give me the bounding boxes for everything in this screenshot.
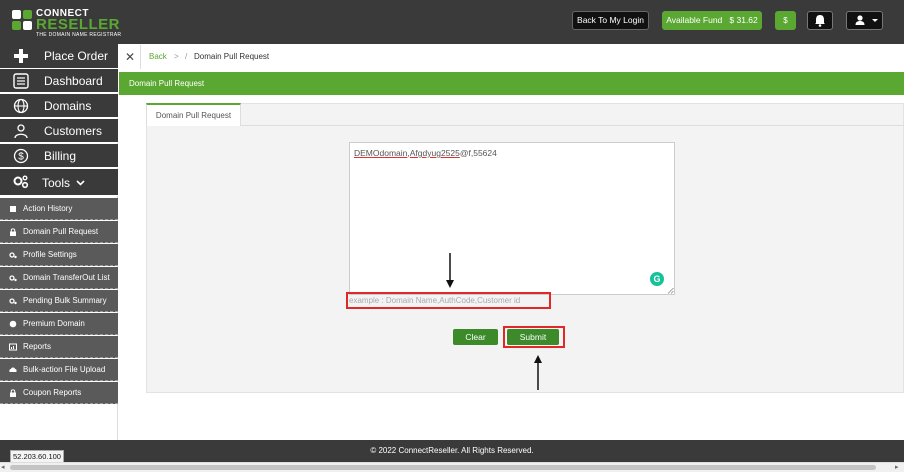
page-title: Domain Pull Request — [119, 72, 904, 95]
svg-text:$: $ — [18, 152, 24, 163]
globe-icon — [13, 98, 29, 114]
sidebar-subitem-label: Domain TransferOut List — [23, 273, 110, 282]
sidebar-subitem-coupon-reports[interactable]: Coupon Reports — [0, 382, 118, 404]
arrow-down-icon — [446, 253, 454, 288]
user-icon — [855, 15, 865, 25]
textarea-domain-text: DEMOdomain — [354, 148, 408, 158]
sidebar-subitem-label: Premium Domain — [23, 319, 85, 328]
sidebar-item-label: Customers — [44, 124, 103, 138]
breadcrumb-back-link[interactable]: Back — [149, 45, 167, 69]
sidebar-item-place-order[interactable]: Place Order — [0, 44, 118, 69]
sidebar-subitem-label: Action History — [23, 204, 73, 213]
gears-icon — [9, 275, 17, 282]
sidebar-subitem-premium-domain[interactable]: Premium Domain — [0, 313, 118, 335]
brand-logo[interactable]: CONNECT RESELLER THE DOMAIN NAME REGISTR… — [12, 8, 122, 38]
footer: © 2022 ConnectReseller. All Rights Reser… — [0, 440, 904, 462]
input-format-hint: example : Domain Name,AuthCode,Customer … — [349, 296, 521, 305]
history-icon — [10, 206, 16, 212]
circle-icon — [9, 320, 17, 328]
breadcrumb-separator: > — [174, 52, 179, 61]
submit-button[interactable]: Submit — [507, 329, 559, 345]
sidebar-subitem-profile-settings[interactable]: Profile Settings — [0, 244, 118, 266]
sidebar-subitem-label: Bulk-action File Upload — [23, 365, 106, 374]
back-to-login-button[interactable]: Back To My Login — [572, 11, 649, 30]
sidebar-subitem-bulk-action-file-upload[interactable]: Bulk-action File Upload — [0, 359, 118, 381]
add-funds-button[interactable]: $ — [775, 11, 796, 30]
bell-icon — [815, 15, 825, 27]
sidebar-item-label: Billing — [44, 149, 77, 163]
gears-icon — [9, 298, 17, 305]
top-bar: CONNECT RESELLER THE DOMAIN NAME REGISTR… — [0, 0, 904, 44]
logo-tagline: THE DOMAIN NAME REGISTRAR — [36, 32, 122, 38]
user-menu-button[interactable] — [846, 11, 883, 30]
gears-icon — [13, 175, 29, 189]
resize-grip-icon[interactable] — [667, 287, 674, 294]
sidebar-subitem-pending-bulk-summary[interactable]: Pending Bulk Summary — [0, 290, 118, 312]
available-fund-badge[interactable]: Available Fund $ 31.62 — [662, 11, 762, 30]
upload-icon — [9, 367, 17, 372]
caret-down-icon — [872, 19, 878, 22]
clear-button[interactable]: Clear — [453, 329, 498, 345]
breadcrumb-separator: / — [185, 52, 188, 61]
report-icon — [9, 343, 17, 351]
sidebar-subitem-domain-transferout-list[interactable]: Domain TransferOut List — [0, 267, 118, 289]
sidebar-item-tools[interactable]: Tools — [0, 169, 118, 196]
sidebar-subitem-label: Profile Settings — [23, 250, 77, 259]
breadcrumb-current: Domain Pull Request — [194, 52, 270, 61]
close-sidebar-icon[interactable]: ✕ — [125, 51, 135, 63]
tab-divider — [241, 125, 904, 126]
sidebar-subitem-reports[interactable]: Reports — [0, 336, 118, 358]
grammarly-icon[interactable]: G — [650, 272, 664, 286]
textarea-rest-text: @f,55624 — [459, 148, 497, 158]
sidebar-item-billing[interactable]: $ Billing — [0, 144, 118, 168]
dollar-circle-icon: $ — [13, 148, 29, 164]
gears-icon — [9, 252, 17, 259]
sidebar-item-label: Dashboard — [44, 74, 103, 88]
sidebar-item-label: Domains — [44, 99, 92, 113]
scroll-left-icon[interactable]: ◂ — [1, 463, 5, 472]
arrow-up-icon — [534, 355, 542, 390]
textarea-authcode-text: Afgdyug2525 — [409, 148, 460, 158]
logo-mark-icon — [12, 10, 34, 32]
dashboard-icon — [13, 73, 29, 89]
sidebar-item-dashboard[interactable]: Dashboard — [0, 69, 118, 93]
lock-icon — [10, 389, 16, 397]
copyright-text: © 2022 ConnectReseller. All Rights Reser… — [370, 446, 534, 455]
notifications-button[interactable] — [807, 11, 833, 30]
tab-domain-pull-request[interactable]: Domain Pull Request — [146, 103, 241, 126]
sidebar-item-label: Tools — [42, 176, 71, 190]
fund-amount: $ 31.62 — [729, 15, 758, 25]
sidebar-item-label: Place Order — [44, 49, 109, 63]
sidebar: Place Order Dashboard Domains Customers … — [0, 44, 118, 440]
chevron-down-icon — [76, 180, 85, 186]
breadcrumb: Back > / Domain Pull Request — [140, 45, 904, 69]
fund-label: Available Fund — [666, 15, 723, 25]
logo-line2: RESELLER — [36, 16, 121, 33]
sidebar-subitem-domain-pull-request[interactable]: Domain Pull Request — [0, 221, 118, 243]
users-icon — [14, 124, 28, 139]
sidebar-item-domains[interactable]: Domains — [0, 94, 118, 118]
sidebar-subitem-label: Reports — [23, 342, 52, 351]
sidebar-subitem-action-history[interactable]: Action History — [0, 198, 118, 220]
plus-icon — [14, 49, 28, 63]
sidebar-subitem-label: Coupon Reports — [23, 388, 82, 397]
scrollbar-thumb[interactable] — [10, 465, 876, 470]
horizontal-scrollbar[interactable]: ◂ ▸ — [0, 462, 904, 472]
domain-pull-textarea[interactable]: DEMOdomain,Afgdyug2525@f,55624 — [349, 142, 675, 295]
sidebar-subitem-label: Pending Bulk Summary — [23, 296, 107, 305]
sidebar-subitem-label: Domain Pull Request — [23, 227, 99, 236]
lock-icon — [10, 228, 16, 236]
scroll-right-icon[interactable]: ▸ — [895, 463, 899, 472]
sidebar-item-customers[interactable]: Customers — [0, 119, 118, 143]
